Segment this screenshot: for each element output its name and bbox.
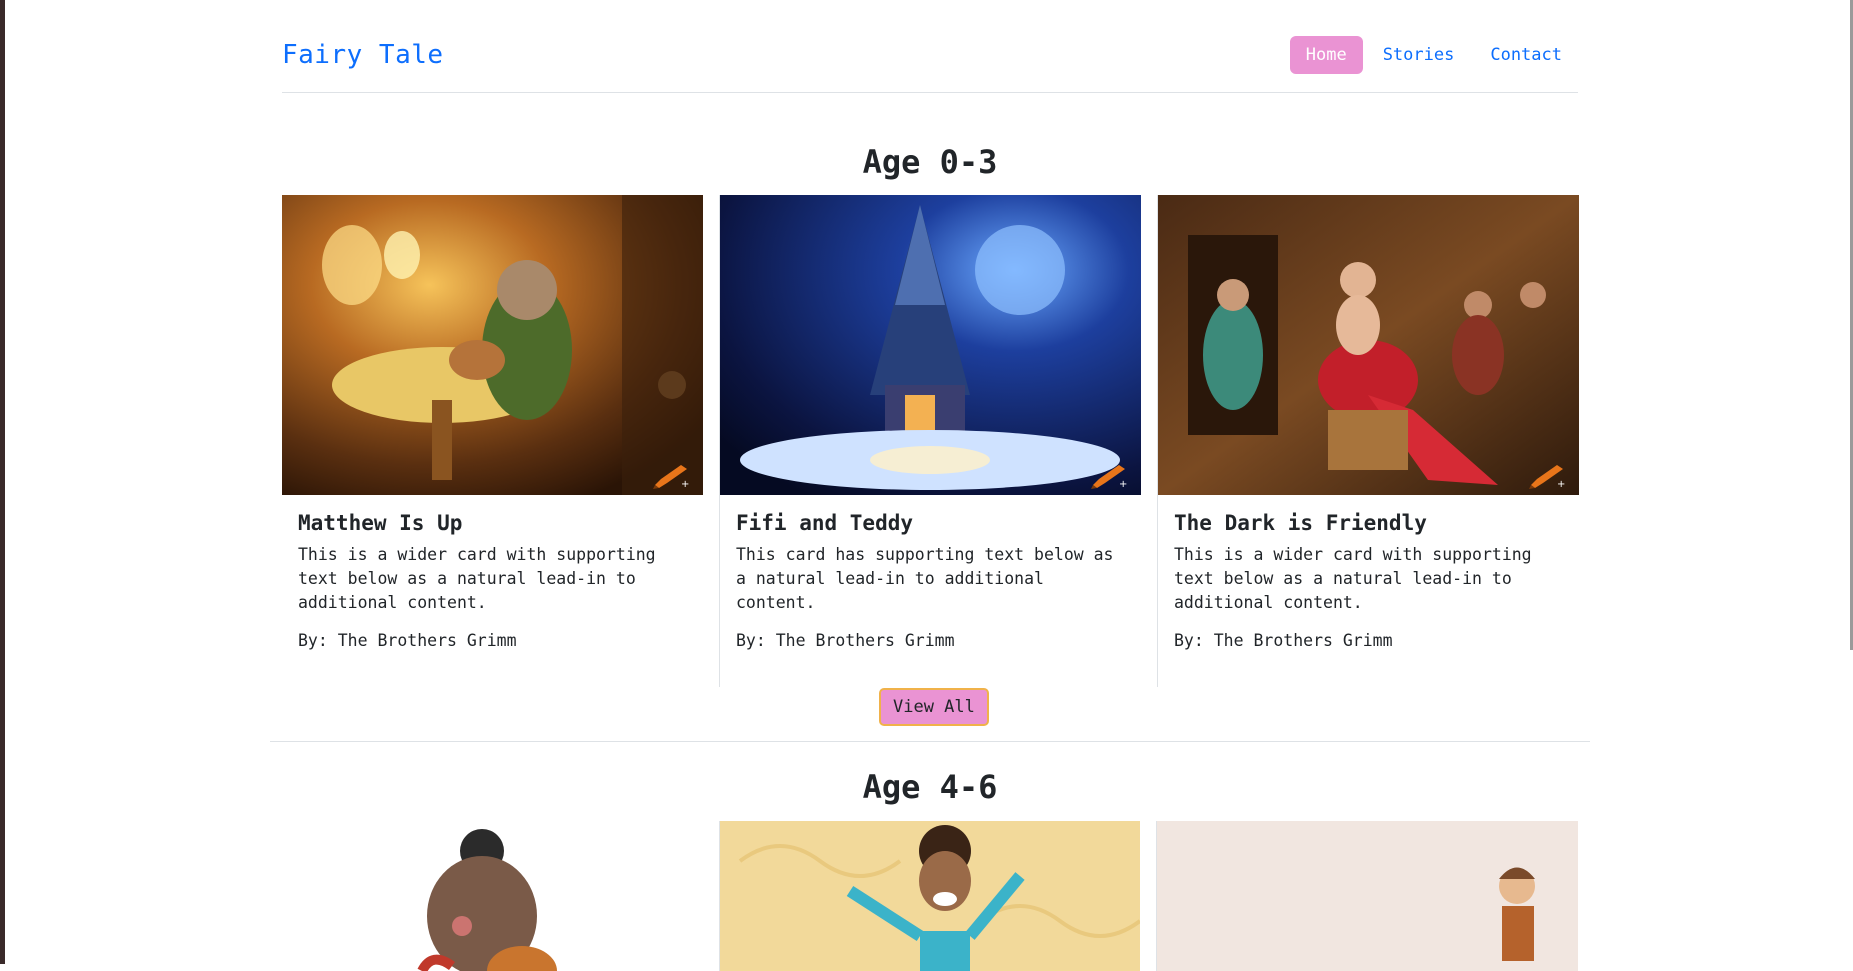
story-card[interactable] bbox=[718, 821, 1141, 971]
story-card-image[interactable]: + bbox=[1158, 195, 1579, 495]
story-card-text: This is a wider card with supporting tex… bbox=[298, 545, 656, 612]
svg-text:+: + bbox=[1557, 479, 1565, 489]
card-row-age-4-6 bbox=[282, 821, 1579, 971]
section-title-age-0-3: Age 0-3 bbox=[862, 143, 998, 181]
story-card-author: By: The Brothers Grimm bbox=[736, 631, 955, 650]
story-card[interactable]: + Matthew Is Up This is a wider card wit… bbox=[282, 195, 703, 687]
story-card-text: This is a wider card with supporting tex… bbox=[1174, 545, 1532, 612]
story-card-title[interactable]: Matthew Is Up bbox=[298, 511, 687, 535]
story-card-image[interactable]: + bbox=[720, 195, 1141, 495]
story-card-title[interactable]: The Dark is Friendly bbox=[1174, 511, 1563, 535]
story-card-image[interactable] bbox=[282, 821, 703, 971]
story-card-body: Matthew Is Up This is a wider card with … bbox=[282, 495, 703, 650]
story-card[interactable] bbox=[282, 821, 703, 971]
pencil-icon: + bbox=[1091, 465, 1127, 489]
view-all-button[interactable]: View All bbox=[879, 688, 989, 726]
card-row-age-0-3: + Matthew Is Up This is a wider card wit… bbox=[282, 195, 1579, 687]
page-container: Fairy Tale Home Stories Contact Age 0-3 bbox=[270, 0, 1590, 971]
story-card-body: Fifi and Teddy This card has supporting … bbox=[720, 495, 1141, 650]
svg-text:+: + bbox=[1119, 479, 1127, 489]
nav-home[interactable]: Home bbox=[1289, 36, 1363, 74]
story-card-body: The Dark is Friendly This is a wider car… bbox=[1158, 495, 1579, 650]
story-card-image[interactable] bbox=[1157, 821, 1579, 971]
window-left-edge bbox=[0, 0, 5, 964]
story-card[interactable]: + The Dark is Friendly This is a wider c… bbox=[1157, 195, 1579, 687]
story-card-title[interactable]: Fifi and Teddy bbox=[736, 511, 1125, 535]
story-card[interactable] bbox=[1156, 821, 1579, 971]
story-card-author: By: The Brothers Grimm bbox=[298, 631, 517, 650]
section-title-age-4-6: Age 4-6 bbox=[862, 768, 998, 806]
brand-logo-link[interactable]: Fairy Tale bbox=[282, 40, 444, 70]
main-nav: Home Stories Contact bbox=[1289, 36, 1578, 74]
site-header: Fairy Tale Home Stories Contact bbox=[282, 0, 1578, 93]
story-card-image[interactable]: + bbox=[282, 195, 703, 495]
section-divider bbox=[270, 741, 1590, 742]
story-card-image[interactable] bbox=[719, 821, 1141, 971]
nav-contact[interactable]: Contact bbox=[1474, 36, 1578, 74]
story-card-text: This card has supporting text below as a… bbox=[736, 545, 1114, 612]
svg-text:+: + bbox=[681, 479, 689, 489]
story-card[interactable]: + Fifi and Teddy This card has supportin… bbox=[719, 195, 1141, 687]
pencil-icon: + bbox=[1529, 465, 1565, 489]
nav-stories[interactable]: Stories bbox=[1367, 36, 1471, 74]
pencil-icon: + bbox=[653, 465, 689, 489]
story-card-author: By: The Brothers Grimm bbox=[1174, 631, 1393, 650]
